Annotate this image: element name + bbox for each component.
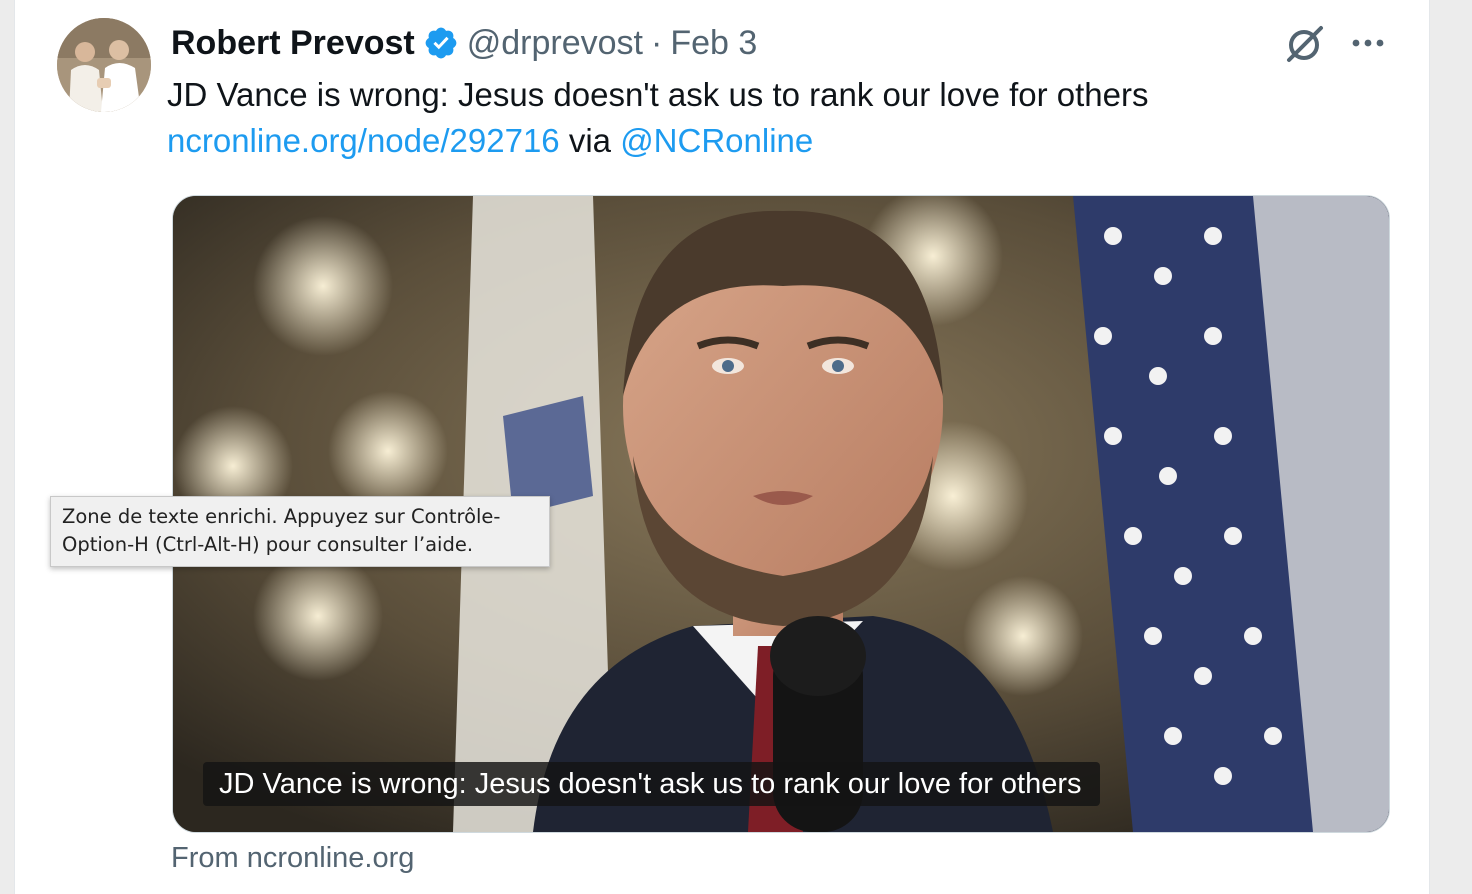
separator-dot: ·: [650, 23, 663, 62]
link-source[interactable]: From ncronline.org: [171, 842, 414, 875]
author-name[interactable]: Robert Prevost: [171, 24, 415, 63]
tooltip-line: Zone de texte enrichi. Appuyez sur Contr…: [62, 505, 501, 528]
tweet-card[interactable]: Robert Prevost @drprevost · Feb 3 JD Van…: [14, 0, 1430, 894]
tweet-header: Robert Prevost @drprevost · Feb 3: [171, 20, 757, 66]
grok-icon[interactable]: [1283, 22, 1327, 66]
via-text: via: [559, 122, 621, 159]
author-avatar[interactable]: [57, 18, 151, 112]
avatar-image: [57, 18, 151, 112]
article-link[interactable]: ncronline.org/node/292716: [167, 122, 560, 159]
tweet-text-links: ncronline.org/node/292716 via @NCRonline: [167, 118, 1367, 164]
tweet-text-line: JD Vance is wrong: Jesus doesn't ask us …: [167, 76, 1149, 113]
more-options-icon[interactable]: [1349, 28, 1387, 58]
accessibility-tooltip: Zone de texte enrichi. Appuyez sur Contr…: [50, 496, 550, 567]
mention-link[interactable]: @NCRonline: [620, 122, 813, 159]
tweet-date[interactable]: Feb 3: [670, 24, 757, 63]
tweet-text: JD Vance is wrong: Jesus doesn't ask us …: [167, 72, 1367, 164]
image-caption: JD Vance is wrong: Jesus doesn't ask us …: [203, 762, 1100, 806]
page: Robert Prevost @drprevost · Feb 3 JD Van…: [0, 0, 1472, 894]
author-handle[interactable]: @drprevost: [467, 24, 643, 63]
verified-badge-icon[interactable]: [423, 25, 459, 61]
tooltip-line: Option-H (Ctrl-Alt-H) pour consulter l’a…: [62, 533, 474, 556]
